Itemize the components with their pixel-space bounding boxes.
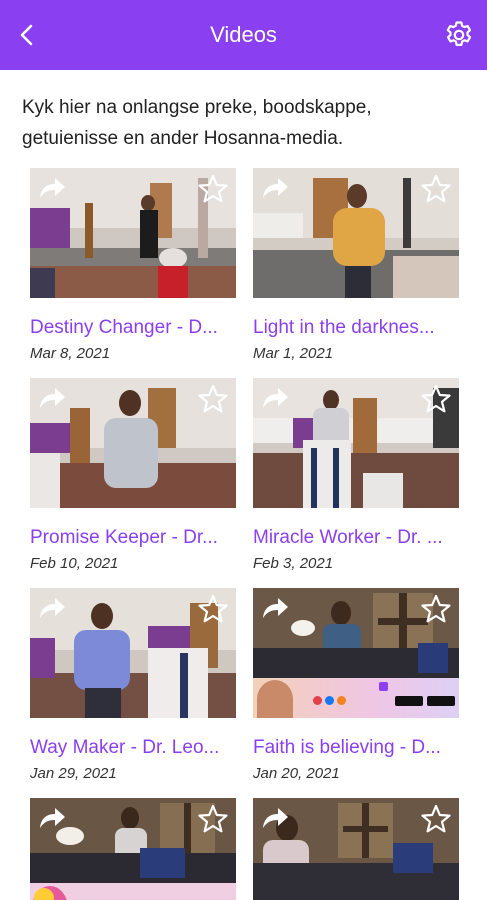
app-bar: Videos — [0, 0, 487, 70]
star-icon[interactable] — [421, 384, 451, 414]
video-title[interactable]: Faith is believing - D... — [253, 737, 459, 759]
chevron-left-icon[interactable] — [12, 19, 44, 51]
share-icon[interactable] — [259, 594, 291, 622]
video-thumbnail[interactable] — [253, 378, 459, 508]
video-date: Jan 20, 2021 — [253, 765, 340, 782]
youtube-icon — [313, 696, 322, 705]
share-icon[interactable] — [36, 384, 68, 412]
video-thumbnail[interactable] — [30, 798, 236, 900]
video-card[interactable]: Way Maker - Dr. Leo... Jan 29, 2021 — [30, 588, 236, 782]
share-icon[interactable] — [259, 384, 291, 412]
promo-banner — [253, 678, 459, 718]
share-icon[interactable] — [36, 594, 68, 622]
video-date: Mar 1, 2021 — [253, 345, 334, 362]
share-icon[interactable] — [259, 804, 291, 832]
app-store-badge — [395, 696, 423, 706]
video-card[interactable]: Destiny Changer - D... Mar 8, 2021 — [30, 168, 236, 362]
gear-icon[interactable] — [443, 19, 475, 51]
star-icon[interactable] — [421, 594, 451, 624]
video-thumbnail[interactable] — [253, 798, 459, 900]
app-icon — [379, 682, 388, 691]
share-icon[interactable] — [259, 174, 291, 202]
video-thumbnail[interactable] — [30, 378, 236, 508]
soundcloud-icon — [337, 696, 346, 705]
page-title: Videos — [210, 22, 277, 47]
star-icon[interactable] — [421, 804, 451, 834]
video-thumbnail[interactable] — [253, 168, 459, 298]
video-card[interactable]: Promise Keeper - Dr... Feb 10, 2021 — [30, 378, 236, 572]
video-title[interactable]: Destiny Changer - D... — [30, 317, 236, 339]
video-card[interactable]: Miracle Worker - Dr. ... Feb 3, 2021 — [253, 378, 459, 572]
banner-portrait — [257, 680, 293, 718]
video-date: Mar 8, 2021 — [30, 345, 111, 362]
facebook-icon — [325, 696, 334, 705]
video-card[interactable]: Light in the darknes... Mar 1, 2021 — [253, 168, 459, 362]
star-icon[interactable] — [198, 174, 228, 204]
star-icon[interactable] — [421, 174, 451, 204]
share-icon[interactable] — [36, 804, 68, 832]
video-card[interactable]: Faith is believing - D... Jan 20, 2021 — [253, 588, 459, 782]
share-icon[interactable] — [36, 174, 68, 202]
star-icon[interactable] — [198, 384, 228, 414]
video-title[interactable]: Promise Keeper - Dr... — [30, 527, 236, 549]
video-date: Jan 29, 2021 — [30, 765, 117, 782]
star-icon[interactable] — [198, 804, 228, 834]
video-date: Feb 10, 2021 — [30, 555, 119, 572]
video-thumbnail[interactable] — [253, 588, 459, 718]
video-date: Feb 3, 2021 — [253, 555, 334, 572]
video-title[interactable]: Light in the darknes... — [253, 317, 459, 339]
video-card[interactable] — [30, 798, 236, 900]
google-play-badge — [427, 696, 455, 706]
video-thumbnail[interactable] — [30, 588, 236, 718]
video-title[interactable]: Way Maker - Dr. Leo... — [30, 737, 236, 759]
star-icon[interactable] — [198, 594, 228, 624]
video-card[interactable] — [253, 798, 459, 900]
video-thumbnail[interactable] — [30, 168, 236, 298]
video-title[interactable]: Miracle Worker - Dr. ... — [253, 527, 459, 549]
intro-text: Kyk hier na onlangse preke, boodskappe, … — [22, 97, 372, 149]
